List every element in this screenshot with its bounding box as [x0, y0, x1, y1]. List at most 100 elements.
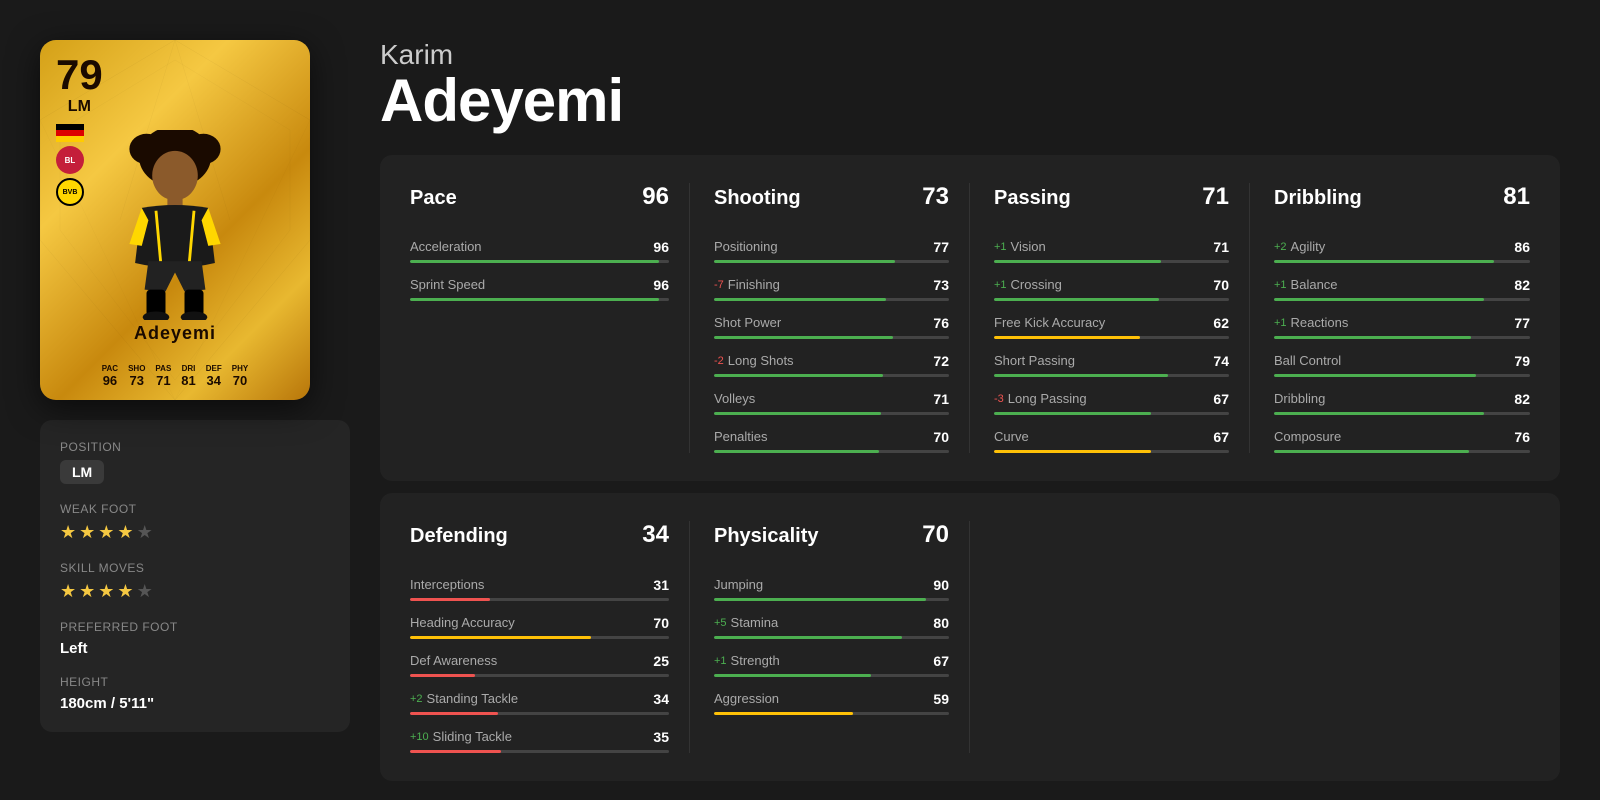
- stat-bar-fill: [410, 712, 498, 715]
- stat-bar-fill: [714, 298, 886, 301]
- stat-name: +1 Vision: [994, 239, 1046, 254]
- player-header: Karim Adeyemi: [380, 40, 1560, 131]
- preferred-foot-value: Left: [60, 640, 330, 657]
- stat-name: +1 Balance: [1274, 277, 1338, 292]
- stat-row: Composure 76: [1274, 429, 1530, 453]
- stat-name: Short Passing: [994, 353, 1075, 368]
- stat-delta: +2: [1274, 241, 1287, 253]
- skill-star-2: ★: [79, 581, 95, 602]
- stat-bar: [1274, 336, 1530, 339]
- stat-value: 67: [1213, 391, 1229, 407]
- stat-bar: [714, 674, 949, 677]
- position-value: LM: [60, 460, 104, 484]
- skill-moves-row: Skill Moves ★ ★ ★ ★ ★: [60, 561, 330, 602]
- stat-delta: +1: [994, 241, 1007, 253]
- stat-bar-fill: [410, 674, 475, 677]
- stat-value: 90: [933, 577, 949, 593]
- star-2: ★: [79, 522, 95, 543]
- preferred-foot-row: Preferred Foot Left: [60, 620, 330, 657]
- stat-row: +10 Sliding Tackle 35: [410, 729, 669, 753]
- category-value: 96: [642, 183, 669, 211]
- height-row: Height 180cm / 5'11": [60, 675, 330, 712]
- player-image: [75, 120, 275, 320]
- stat-bar: [1274, 374, 1530, 377]
- stat-name: -3 Long Passing: [994, 391, 1087, 406]
- stat-delta: -7: [714, 279, 724, 291]
- stat-value: 74: [1213, 353, 1229, 369]
- stat-delta: +5: [714, 617, 727, 629]
- stat-value: 73: [933, 277, 949, 293]
- card-stat-pac: PAC 96: [102, 364, 118, 388]
- stat-row: Sprint Speed 96: [410, 277, 669, 301]
- stat-value: 67: [933, 653, 949, 669]
- stat-bar-fill: [994, 298, 1159, 301]
- weak-foot-label: Weak Foot: [60, 502, 330, 516]
- stat-name: Sprint Speed: [410, 277, 485, 292]
- fifa-card: 79 LM BL BVB: [40, 40, 310, 400]
- stat-row: Interceptions 31: [410, 577, 669, 601]
- stat-bar: [1274, 412, 1530, 415]
- stats-bottom-row: Defending 34 Interceptions 31 Heading Ac…: [380, 493, 1560, 781]
- stat-bar: [410, 750, 669, 753]
- stat-category-physicality: Physicality 70 Jumping 90 +5 Stamina 80: [690, 521, 970, 753]
- stat-bar-fill: [714, 336, 893, 339]
- stat-bar: [1274, 298, 1530, 301]
- stat-name: Heading Accuracy: [410, 615, 515, 630]
- stat-bar-fill: [1274, 450, 1469, 453]
- stat-row: -3 Long Passing 67: [994, 391, 1229, 415]
- stat-bar-fill: [714, 450, 879, 453]
- stat-value: 67: [1213, 429, 1229, 445]
- stat-category-dribbling: Dribbling 81 +2 Agility 86 +1 Balance 82: [1250, 183, 1530, 453]
- stat-value: 25: [653, 653, 669, 669]
- weak-foot-stars: ★ ★ ★ ★ ★: [60, 522, 330, 543]
- stat-row: Ball Control 79: [1274, 353, 1530, 377]
- star-4: ★: [117, 522, 133, 543]
- stat-bar-fill: [994, 260, 1161, 263]
- stat-bar-fill: [994, 450, 1151, 453]
- stat-row: Short Passing 74: [994, 353, 1229, 377]
- stat-bar: [410, 598, 669, 601]
- stat-row: -2 Long Shots 72: [714, 353, 949, 377]
- stat-bar: [714, 450, 949, 453]
- stat-value: 59: [933, 691, 949, 707]
- stat-category-shooting: Shooting 73 Positioning 77 -7 Finishing …: [690, 183, 970, 453]
- skill-moves-label: Skill Moves: [60, 561, 330, 575]
- stat-row: Def Awareness 25: [410, 653, 669, 677]
- stat-value: 77: [933, 239, 949, 255]
- stat-category-defending: Defending 34 Interceptions 31 Heading Ac…: [410, 521, 690, 753]
- category-value: 34: [642, 521, 669, 549]
- stat-bar: [410, 298, 669, 301]
- left-panel: 79 LM BL BVB: [40, 40, 350, 760]
- stat-bar: [994, 450, 1229, 453]
- category-header: Dribbling 81: [1274, 183, 1530, 219]
- stat-bar-fill: [994, 412, 1151, 415]
- stat-bar: [714, 636, 949, 639]
- stat-value: 96: [653, 239, 669, 255]
- stat-bar: [714, 598, 949, 601]
- stat-row: +2 Standing Tackle 34: [410, 691, 669, 715]
- stat-row: +1 Strength 67: [714, 653, 949, 677]
- category-value: 73: [922, 183, 949, 211]
- stat-value: 31: [653, 577, 669, 593]
- stat-bar: [410, 636, 669, 639]
- right-panel: Karim Adeyemi Pace 96 Acceleration 96: [380, 40, 1560, 760]
- card-stats-row: PAC 96 SHO 73 PAS 71 DRI 81 DEF 34: [40, 364, 310, 388]
- stat-name: Acceleration: [410, 239, 482, 254]
- stat-name: Ball Control: [1274, 353, 1341, 368]
- position-row: Position LM: [60, 440, 330, 484]
- category-name: Pace: [410, 187, 457, 210]
- stat-bar-fill: [714, 260, 895, 263]
- stat-name: Composure: [1274, 429, 1341, 444]
- stat-delta: -2: [714, 355, 724, 367]
- stat-bar: [714, 412, 949, 415]
- category-value: 70: [922, 521, 949, 549]
- stat-delta: -3: [994, 393, 1004, 405]
- stat-bar-fill: [994, 374, 1168, 377]
- category-name: Dribbling: [1274, 187, 1362, 210]
- page-container: 79 LM BL BVB: [0, 0, 1600, 800]
- stat-delta: +1: [1274, 279, 1287, 291]
- stat-bar-fill: [1274, 374, 1476, 377]
- stat-delta: +10: [410, 731, 429, 743]
- stat-bar-fill: [994, 336, 1140, 339]
- stat-category-passing: Passing 71 +1 Vision 71 +1 Crossing 70: [970, 183, 1250, 453]
